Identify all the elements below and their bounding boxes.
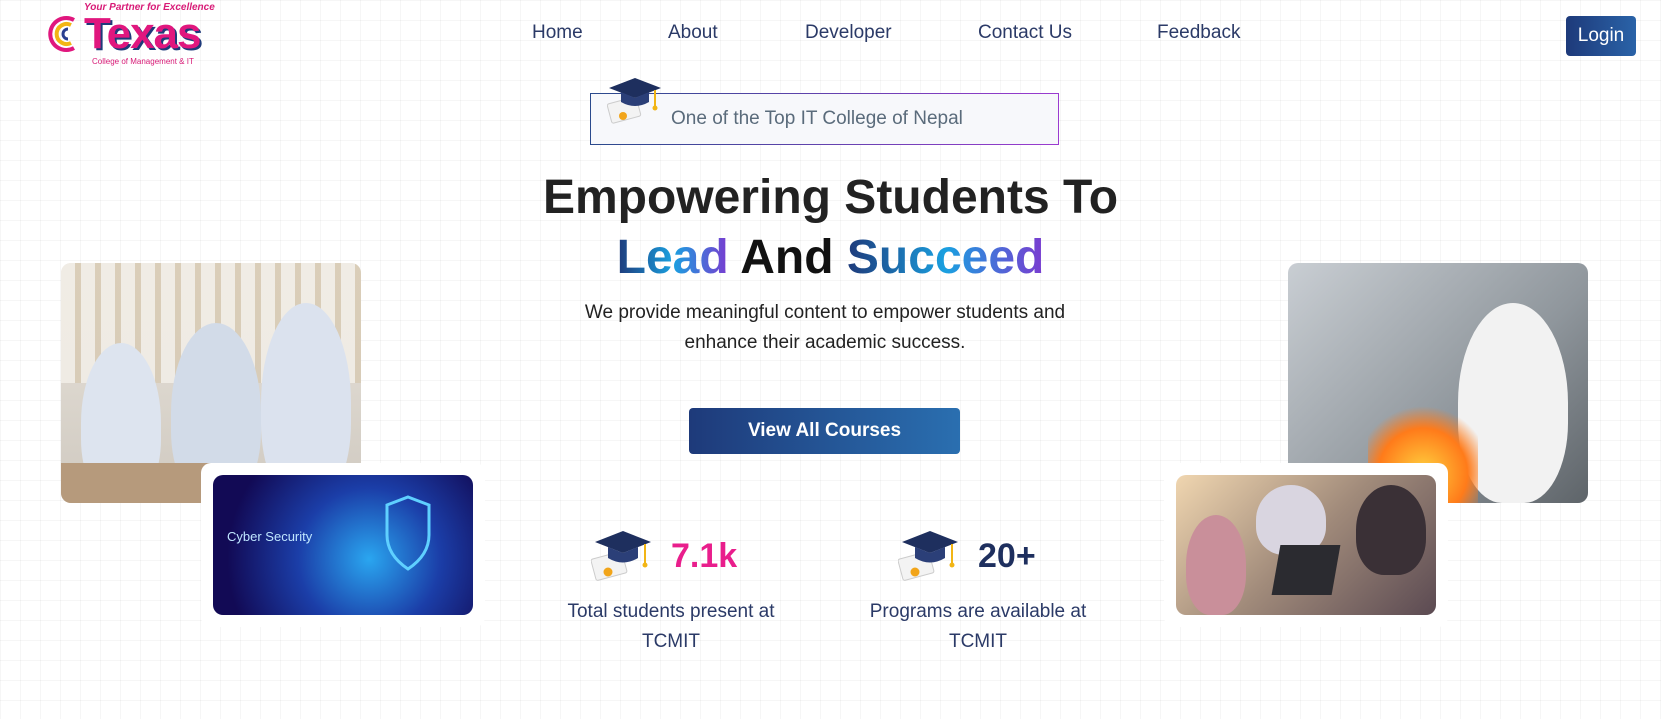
- headline-word-succeed: Succeed: [846, 231, 1045, 284]
- nav-about[interactable]: About: [668, 22, 718, 44]
- badge-text: One of the Top IT College of Nepal: [671, 108, 963, 129]
- logo-subtitle: College of Management & IT: [92, 57, 194, 66]
- stat-students-label: Total students present at TCMIT: [567, 601, 775, 652]
- shield-icon: [385, 495, 431, 571]
- graduation-cap-icon: [898, 531, 958, 581]
- graduation-cap-icon: [607, 78, 661, 124]
- login-button[interactable]: Login: [1566, 16, 1636, 56]
- stat-programs-value: 20+: [978, 537, 1036, 575]
- stat-students: 7.1k Total students present at TCMIT: [551, 527, 791, 657]
- main-nav: Home About Developer Contact Us Feedback: [0, 22, 1661, 50]
- hero-subtitle: We provide meaningful content to empower…: [584, 302, 1066, 353]
- stat-programs-label: Programs are available at TCMIT: [869, 601, 1087, 652]
- students-gaming-photo: [1176, 475, 1436, 615]
- stat-programs: 20+ Programs are available at TCMIT: [858, 527, 1098, 657]
- headline-word-and: And: [740, 231, 834, 284]
- cyber-security-photo: Cyber Security: [213, 475, 473, 615]
- nav-home[interactable]: Home: [532, 22, 583, 44]
- nav-feedback[interactable]: Feedback: [1157, 22, 1240, 44]
- stat-students-value: 7.1k: [671, 537, 738, 575]
- nav-developer[interactable]: Developer: [805, 22, 892, 44]
- hero-headline: Empowering Students To: [542, 171, 1119, 224]
- top-college-badge: One of the Top IT College of Nepal: [590, 78, 1059, 145]
- graduation-cap-icon: [591, 531, 651, 581]
- headline-word-lead: Lead: [616, 231, 729, 284]
- cyber-security-caption: Cyber Security: [227, 529, 313, 544]
- view-all-courses-button[interactable]: View All Courses: [689, 408, 960, 454]
- nav-contact-us[interactable]: Contact Us: [978, 22, 1072, 44]
